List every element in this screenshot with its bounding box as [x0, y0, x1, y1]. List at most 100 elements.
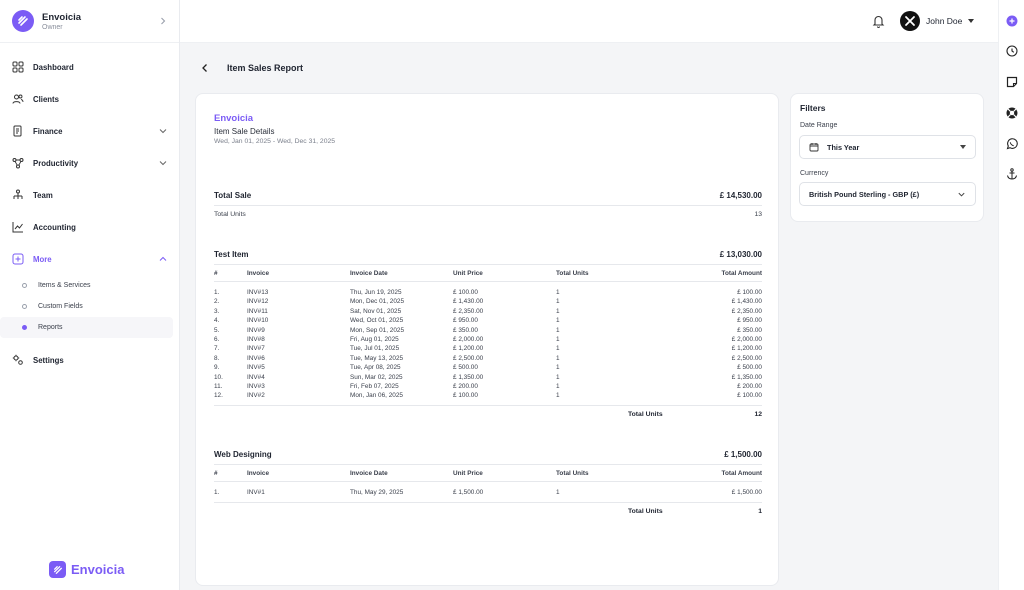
total-units-row: Total Units 13	[214, 211, 762, 218]
plus-circle-icon[interactable]	[1006, 15, 1018, 27]
date-range-select[interactable]: This Year	[799, 135, 976, 159]
column-header: Invoice	[247, 270, 270, 277]
table-cell: 4.	[214, 317, 220, 325]
table-cell: Sun, Mar 02, 2025	[350, 373, 403, 381]
group-header-test-item: Test Item £ 13,030.00	[214, 250, 762, 259]
user-menu[interactable]: John Doe	[900, 11, 975, 31]
table-cell: 1	[556, 289, 560, 296]
column-header: Total Units	[556, 270, 589, 277]
table-cell: Mon, Sep 01, 2025	[350, 326, 405, 334]
table-cell: 2.	[214, 298, 220, 306]
group-header-web-designing: Web Designing £ 1,500.00	[214, 450, 762, 459]
bullet-icon	[22, 283, 27, 288]
users-icon	[11, 93, 24, 106]
column-header: Invoice Date	[350, 470, 388, 477]
total-sale-row: Total Sale £ 14,530.00	[214, 191, 762, 200]
table-cell: £ 2,500.00	[731, 354, 762, 362]
table-cell: Thu, Jun 19, 2025	[350, 289, 402, 296]
table-cell: INV#7	[247, 345, 265, 353]
workspace-switcher[interactable]: Envoicia Owner	[0, 0, 179, 43]
avatar	[900, 11, 920, 31]
envoicia-logo-icon	[49, 561, 66, 578]
total-sale-value: £ 14,530.00	[719, 191, 762, 200]
sidebar-item-productivity[interactable]: Productivity	[0, 147, 179, 179]
sidebar-item-finance[interactable]: Finance	[0, 115, 179, 147]
column-header: Invoice Date	[350, 270, 388, 277]
note-icon[interactable]	[1006, 76, 1018, 88]
table-cell: 3.	[214, 307, 220, 315]
caret-down-icon	[968, 19, 975, 23]
whatsapp-icon[interactable]	[1006, 138, 1018, 150]
report-date-range: Wed, Jan 01, 2025 - Wed, Dec 31, 2025	[214, 138, 336, 145]
table-cell: 8.	[214, 354, 220, 362]
group-total-units-label: Total Units	[628, 411, 663, 418]
chevron-right-icon	[161, 17, 166, 25]
currency-select[interactable]: British Pound Sterling - GBP (£)	[799, 182, 976, 206]
table-cell: £ 350.00	[737, 326, 762, 334]
bell-icon[interactable]	[872, 14, 885, 28]
table-cell: 1	[556, 317, 560, 325]
divider	[214, 464, 762, 465]
table-cell: £ 200.00	[453, 383, 478, 390]
table-cell: Sat, Nov 01, 2025	[350, 307, 402, 315]
page-header: Item Sales Report	[200, 63, 303, 73]
sidebar-item-label: Finance	[33, 126, 63, 136]
sidebar-subitem-label: Custom Fields	[38, 303, 83, 310]
table-cell: £ 1,200.00	[731, 345, 762, 353]
sidebar-item-more[interactable]: More	[0, 243, 179, 275]
table-cell: 6.	[214, 336, 220, 343]
table-cell: £ 2,500.00	[453, 354, 484, 362]
table-cell: £ 950.00	[737, 317, 762, 325]
table-cell: 12.	[214, 392, 223, 400]
table-cell: 1	[556, 336, 560, 343]
table-cell: 1	[556, 489, 560, 496]
table-cell: £ 1,350.00	[453, 373, 484, 381]
table-cell: £ 1,350.00	[731, 373, 762, 381]
table-cell: 1	[556, 373, 560, 381]
table-cell: Tue, May 13, 2025	[350, 354, 404, 362]
anchor-icon[interactable]	[1006, 168, 1018, 180]
finance-icon	[11, 125, 24, 138]
table-cell: £ 1,430.00	[731, 298, 762, 306]
sidebar-subitem-label: Items & Services	[38, 282, 91, 289]
table-cell: Tue, Apr 08, 2025	[350, 364, 401, 372]
column-header: Unit Price	[453, 470, 483, 477]
table-cell: £ 500.00	[453, 364, 478, 372]
table-cell: Fri, Aug 01, 2025	[350, 336, 399, 343]
table-cell: 1	[556, 326, 560, 334]
sidebar-item-accounting[interactable]: Accounting	[0, 211, 179, 243]
table-cell: 10.	[214, 373, 223, 381]
table-cell: £ 500.00	[737, 364, 762, 372]
sidebar-item-label: Dashboard	[33, 62, 74, 72]
divider	[214, 205, 762, 206]
column-header: Unit Price	[453, 270, 483, 277]
group-amount: £ 13,030.00	[719, 250, 762, 259]
sidebar-item-clients[interactable]: Clients	[0, 83, 179, 115]
support-icon[interactable]	[1006, 107, 1018, 119]
sidebar-item-settings[interactable]: Settings	[0, 344, 179, 376]
table-cell: £ 950.00	[453, 317, 478, 325]
table-cell: £ 350.00	[453, 326, 478, 334]
table-cell: 7.	[214, 345, 220, 353]
date-range-value: This Year	[827, 142, 860, 152]
sidebar-item-team[interactable]: Team	[0, 179, 179, 211]
table-cell: 9.	[214, 364, 220, 372]
footer-brand: Envoicia	[49, 561, 124, 578]
table-cell: 1	[556, 392, 560, 400]
sidebar-subitem-items-services[interactable]: Items & Services	[0, 275, 173, 296]
chevron-up-icon	[159, 256, 167, 261]
sidebar-item-dashboard[interactable]: Dashboard	[0, 51, 179, 83]
history-icon[interactable]	[1006, 45, 1018, 57]
table-cell: 11.	[214, 383, 223, 390]
divider	[214, 502, 762, 503]
back-arrow-icon[interactable]	[200, 63, 210, 73]
table-cell: INV#12	[247, 298, 269, 306]
sidebar-subitem-reports[interactable]: Reports	[0, 317, 173, 338]
total-units-label: Total Units	[214, 211, 246, 218]
date-range-label: Date Range	[800, 122, 838, 129]
sidebar-subitem-custom-fields[interactable]: Custom Fields	[0, 296, 173, 317]
calendar-icon	[809, 143, 819, 152]
column-header: #	[214, 470, 218, 477]
plus-square-icon	[11, 253, 24, 266]
table-cell: INV#13	[247, 289, 269, 296]
